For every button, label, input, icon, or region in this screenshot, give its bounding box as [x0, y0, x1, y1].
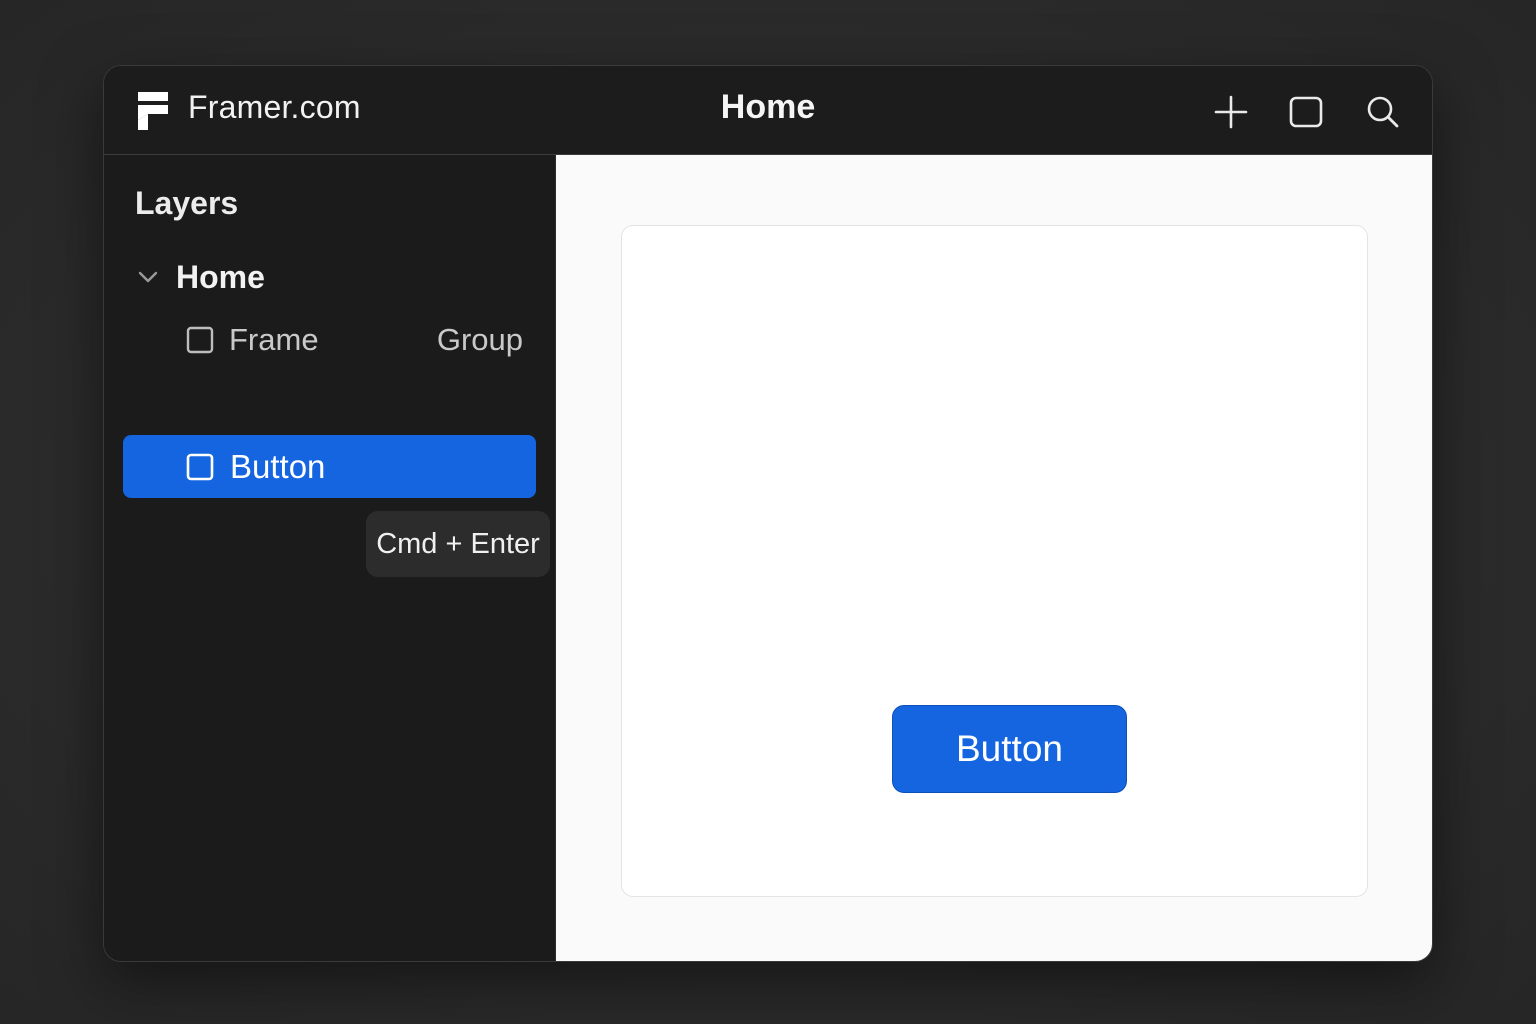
button-layer-icon	[186, 453, 214, 480]
layer-group-label: Group	[436, 322, 523, 357]
layer-row-button-selected[interactable]: Button	[123, 435, 536, 498]
layers-heading: Layers	[135, 185, 239, 221]
chevron-down-icon[interactable]	[134, 263, 162, 291]
layer-frame-label: Frame	[229, 322, 319, 357]
layer-home-label: Home	[176, 258, 265, 295]
layer-tree-home[interactable]: Home	[134, 255, 265, 299]
layers-panel: Layers Home Frame Group Button Cmd + Ent…	[104, 155, 556, 961]
search-icon[interactable]	[1365, 94, 1401, 130]
title-bar: Framer.com Home	[104, 66, 1432, 155]
plus-icon[interactable]	[1213, 94, 1249, 130]
brand-name: Framer.com	[188, 89, 361, 125]
layer-row-frame[interactable]: Frame Group	[186, 315, 526, 365]
framer-logo-icon[interactable]	[138, 92, 168, 130]
layer-button-label: Button	[230, 447, 326, 485]
app-window: Framer.com Home Layers Home Frame Group …	[103, 65, 1433, 962]
frame-icon[interactable]	[1288, 94, 1324, 130]
canvas-button-element[interactable]: Button	[892, 705, 1127, 793]
frame-layer-icon	[186, 326, 214, 354]
canvas-frame[interactable]: Button	[621, 225, 1368, 897]
canvas[interactable]: Button	[556, 155, 1432, 961]
shortcut-tooltip: Cmd + Enter	[366, 511, 550, 577]
